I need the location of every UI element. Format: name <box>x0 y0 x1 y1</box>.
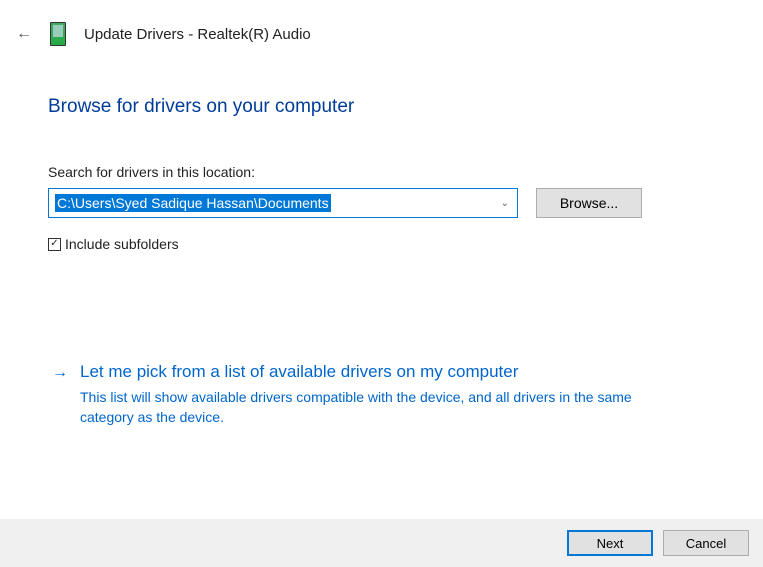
pick-from-list-option[interactable]: → Let me pick from a list of available d… <box>48 362 715 427</box>
device-icon <box>50 22 66 46</box>
wizard-header: ← Update Drivers - Realtek(R) Audio <box>0 0 763 46</box>
include-subfolders-label: Include subfolders <box>65 236 179 252</box>
option-description: This list will show available drivers co… <box>80 388 660 427</box>
back-arrow-icon[interactable]: ← <box>16 25 32 43</box>
driver-path-value: C:\Users\Syed Sadique Hassan\Documents <box>55 194 331 212</box>
path-input-row: C:\Users\Syed Sadique Hassan\Documents ⌄… <box>48 188 715 218</box>
wizard-footer: Next Cancel <box>0 519 763 567</box>
browse-button[interactable]: Browse... <box>536 188 642 218</box>
include-subfolders-checkbox[interactable]: ✓ <box>48 238 61 251</box>
next-button[interactable]: Next <box>567 530 653 556</box>
option-text: Let me pick from a list of available dri… <box>80 362 660 427</box>
window-title: Update Drivers - Realtek(R) Audio <box>84 26 311 43</box>
driver-path-input[interactable]: C:\Users\Syed Sadique Hassan\Documents ⌄ <box>48 188 518 218</box>
include-subfolders-row[interactable]: ✓ Include subfolders <box>48 236 715 252</box>
chevron-down-icon[interactable]: ⌄ <box>501 198 509 209</box>
wizard-content: Browse for drivers on your computer Sear… <box>0 46 763 427</box>
option-title: Let me pick from a list of available dri… <box>80 362 660 382</box>
search-location-label: Search for drivers in this location: <box>48 164 715 180</box>
page-heading: Browse for drivers on your computer <box>48 96 715 118</box>
arrow-right-icon: → <box>52 362 68 427</box>
cancel-button[interactable]: Cancel <box>663 530 749 556</box>
